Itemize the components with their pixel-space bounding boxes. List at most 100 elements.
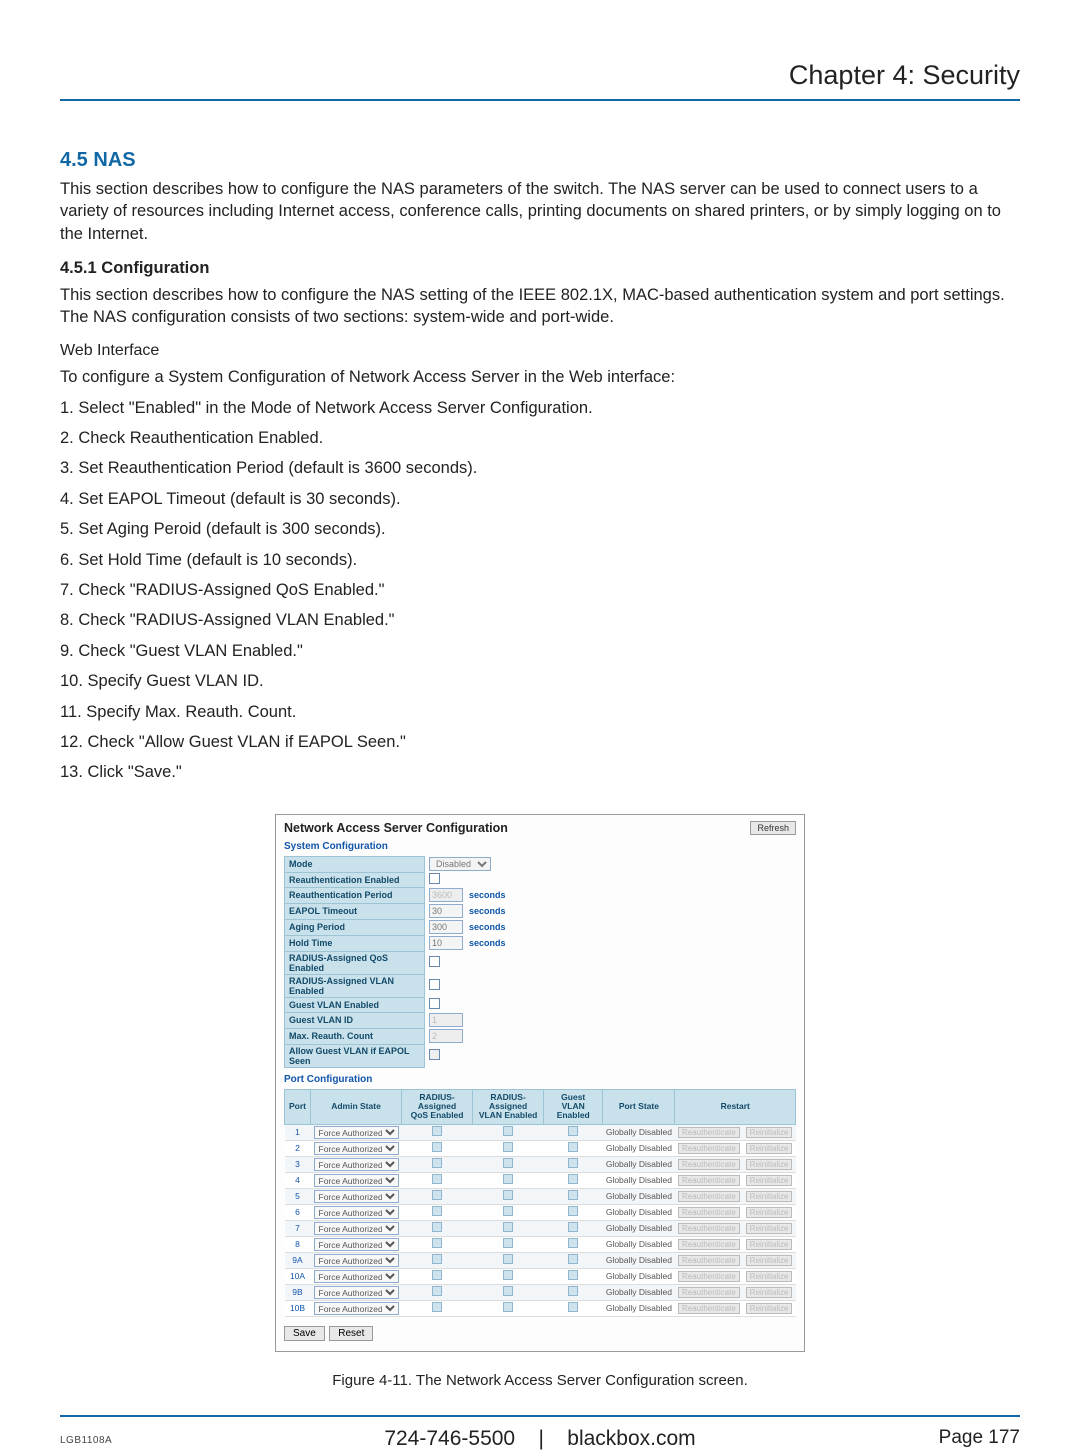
port-checkbox[interactable] [503, 1206, 513, 1216]
table-row: 9BForce AuthorizedGlobally DisabledReaut… [285, 1284, 796, 1300]
refresh-button[interactable]: Refresh [750, 821, 796, 835]
admin-state-select[interactable]: Force Authorized [314, 1222, 399, 1235]
table-row: 4Force AuthorizedGlobally DisabledReauth… [285, 1172, 796, 1188]
port-checkbox[interactable] [432, 1286, 442, 1296]
port-checkbox[interactable] [432, 1142, 442, 1152]
port-checkbox[interactable] [503, 1302, 513, 1312]
port-checkbox[interactable] [568, 1270, 578, 1280]
reauthenticate-button[interactable]: Reauthenticate [678, 1271, 740, 1282]
admin-state-select[interactable]: Force Authorized [314, 1270, 399, 1283]
reauthenticate-button[interactable]: Reauthenticate [678, 1303, 740, 1314]
unit-label: seconds [463, 890, 506, 900]
reinitialize-button[interactable]: Reinitialize [746, 1191, 793, 1202]
reauthenticate-button[interactable]: Reauthenticate [678, 1239, 740, 1250]
port-checkbox[interactable] [568, 1238, 578, 1248]
reinitialize-button[interactable]: Reinitialize [746, 1223, 793, 1234]
reinitialize-button[interactable]: Reinitialize [746, 1239, 793, 1250]
port-checkbox[interactable] [568, 1254, 578, 1264]
admin-state-select[interactable]: Force Authorized [314, 1174, 399, 1187]
port-checkbox[interactable] [432, 1254, 442, 1264]
port-checkbox[interactable] [432, 1206, 442, 1216]
reinitialize-button[interactable]: Reinitialize [746, 1127, 793, 1138]
port-state: Globally Disabled [603, 1204, 675, 1220]
port-checkbox[interactable] [568, 1206, 578, 1216]
mode-select[interactable]: Disabled [429, 857, 491, 871]
port-checkbox[interactable] [568, 1126, 578, 1136]
section-number: 4.5 [60, 149, 88, 171]
reinitialize-button[interactable]: Reinitialize [746, 1287, 793, 1298]
port-number: 3 [285, 1156, 311, 1172]
checkbox[interactable] [429, 873, 440, 884]
unit-label: seconds [463, 906, 506, 916]
reauthenticate-button[interactable]: Reauthenticate [678, 1287, 740, 1298]
reinitialize-button[interactable]: Reinitialize [746, 1271, 793, 1282]
port-checkbox[interactable] [432, 1238, 442, 1248]
port-checkbox[interactable] [568, 1158, 578, 1168]
footer-sep: | [538, 1427, 543, 1450]
port-state: Globally Disabled [603, 1284, 675, 1300]
port-checkbox[interactable] [568, 1302, 578, 1312]
reauthenticate-button[interactable]: Reauthenticate [678, 1255, 740, 1266]
port-state: Globally Disabled [603, 1220, 675, 1236]
system-config-title: System Configuration [284, 841, 796, 852]
config-input[interactable] [429, 904, 463, 918]
reauthenticate-button[interactable]: Reauthenticate [678, 1143, 740, 1154]
reinitialize-button[interactable]: Reinitialize [746, 1175, 793, 1186]
port-checkbox[interactable] [432, 1302, 442, 1312]
port-checkbox[interactable] [432, 1158, 442, 1168]
port-checkbox[interactable] [503, 1126, 513, 1136]
checkbox[interactable] [429, 998, 440, 1009]
reinitialize-button[interactable]: Reinitialize [746, 1255, 793, 1266]
port-checkbox[interactable] [503, 1286, 513, 1296]
admin-state-select[interactable]: Force Authorized [314, 1158, 399, 1171]
port-checkbox[interactable] [568, 1174, 578, 1184]
port-checkbox[interactable] [568, 1190, 578, 1200]
port-checkbox[interactable] [503, 1190, 513, 1200]
port-checkbox[interactable] [503, 1174, 513, 1184]
reauthenticate-button[interactable]: Reauthenticate [678, 1175, 740, 1186]
reauthenticate-button[interactable]: Reauthenticate [678, 1159, 740, 1170]
reauthenticate-button[interactable]: Reauthenticate [678, 1223, 740, 1234]
reset-button[interactable]: Reset [329, 1326, 373, 1341]
reinitialize-button[interactable]: Reinitialize [746, 1143, 793, 1154]
reinitialize-button[interactable]: Reinitialize [746, 1207, 793, 1218]
reauthenticate-button[interactable]: Reauthenticate [678, 1191, 740, 1202]
reinitialize-button[interactable]: Reinitialize [746, 1159, 793, 1170]
config-input[interactable] [429, 920, 463, 934]
port-checkbox[interactable] [432, 1270, 442, 1280]
admin-state-select[interactable]: Force Authorized [314, 1254, 399, 1267]
port-number: 1 [285, 1124, 311, 1140]
port-number: 9A [285, 1252, 311, 1268]
admin-state-select[interactable]: Force Authorized [314, 1286, 399, 1299]
checkbox[interactable] [429, 956, 440, 967]
admin-state-select[interactable]: Force Authorized [314, 1190, 399, 1203]
config-input[interactable] [429, 936, 463, 950]
admin-state-select[interactable]: Force Authorized [314, 1142, 399, 1155]
port-checkbox[interactable] [432, 1126, 442, 1136]
admin-state-select[interactable]: Force Authorized [314, 1126, 399, 1139]
checkbox[interactable] [429, 979, 440, 990]
reauthenticate-button[interactable]: Reauthenticate [678, 1207, 740, 1218]
port-checkbox[interactable] [503, 1158, 513, 1168]
port-checkbox[interactable] [568, 1286, 578, 1296]
port-checkbox[interactable] [503, 1238, 513, 1248]
port-checkbox[interactable] [432, 1174, 442, 1184]
save-button[interactable]: Save [284, 1326, 325, 1341]
port-checkbox[interactable] [503, 1222, 513, 1232]
admin-state-select[interactable]: Force Authorized [314, 1238, 399, 1251]
reinitialize-button[interactable]: Reinitialize [746, 1303, 793, 1314]
port-checkbox[interactable] [503, 1254, 513, 1264]
port-number: 8 [285, 1236, 311, 1252]
step-item: 4. Set EAPOL Timeout (default is 30 seco… [60, 486, 1020, 512]
port-checkbox[interactable] [503, 1142, 513, 1152]
port-checkbox[interactable] [568, 1222, 578, 1232]
reauthenticate-button[interactable]: Reauthenticate [678, 1127, 740, 1138]
port-checkbox[interactable] [432, 1222, 442, 1232]
sys-row-label: Guest VLAN ID [285, 1012, 425, 1028]
port-checkbox[interactable] [568, 1142, 578, 1152]
admin-state-select[interactable]: Force Authorized [314, 1206, 399, 1219]
admin-state-select[interactable]: Force Authorized [314, 1302, 399, 1315]
port-checkbox[interactable] [503, 1270, 513, 1280]
sys-row-label: Max. Reauth. Count [285, 1028, 425, 1044]
port-checkbox[interactable] [432, 1190, 442, 1200]
